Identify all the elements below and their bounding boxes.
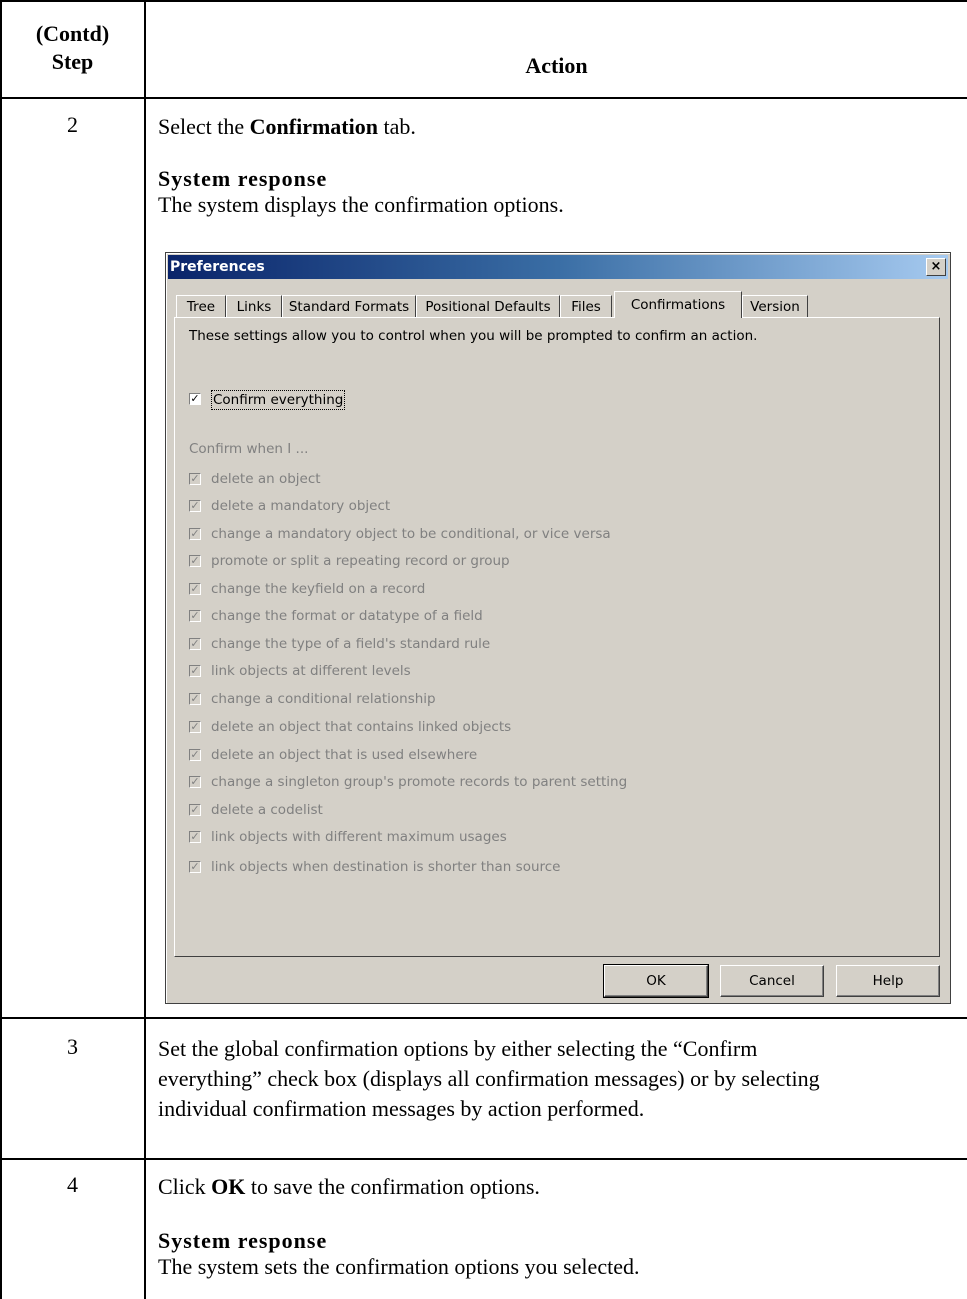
- confirmations-panel: These settings allow you to control when…: [174, 317, 940, 957]
- table-left-border: [0, 0, 2, 1299]
- close-icon[interactable]: ×: [926, 258, 946, 276]
- header-action: Action: [525, 53, 588, 78]
- option-label: change the type of a field's standard ru…: [211, 636, 491, 652]
- dialog-title: Preferences: [170, 259, 265, 275]
- step-number: 4: [67, 1172, 78, 1197]
- system-response-text: The system sets the confirmation options…: [158, 1254, 640, 1279]
- instruction-bold: OK: [211, 1174, 246, 1199]
- instruction-bold: Confirmation: [249, 114, 378, 139]
- tab-tree[interactable]: Tree: [176, 295, 226, 317]
- option-label: delete a codelist: [211, 802, 323, 818]
- checkbox-check-icon: ✓: [189, 499, 201, 512]
- checkbox-check-icon: ✓: [189, 554, 201, 567]
- option-label: change a singleton group's promote recor…: [211, 774, 628, 790]
- step-number: 3: [67, 1034, 78, 1059]
- step-instruction: Set the global confirmation options by e…: [158, 1034, 820, 1124]
- option-label: link objects when destination is shorter…: [211, 859, 561, 875]
- header-step-line1: (Contd): [35, 21, 110, 46]
- checkbox-check-icon: ✓: [189, 582, 201, 595]
- option-label: delete an object that contains linked ob…: [211, 719, 512, 735]
- step-number: 2: [67, 112, 78, 137]
- step-instruction: Select the Confirmation tab.: [158, 112, 416, 142]
- instruction-line: individual confirmation messages by acti…: [158, 1096, 645, 1121]
- option-label: change the format or datatype of a field: [211, 608, 483, 624]
- checkbox-check-icon: ✓: [189, 775, 201, 788]
- tab-positional-defaults[interactable]: Positional Defaults: [416, 295, 560, 317]
- dialog-titlebar[interactable]: Preferences ×: [168, 255, 948, 279]
- option-label: change a conditional relationship: [211, 691, 436, 707]
- checkbox-check-icon: ✓: [189, 830, 201, 843]
- confirm-everything-label: Confirm everything: [211, 390, 346, 410]
- option-label: change a mandatory object to be conditio…: [211, 526, 611, 542]
- tab-links[interactable]: Links: [226, 295, 282, 317]
- confirm-when-label: Confirm when I ...: [189, 441, 309, 457]
- instruction-line: everything” check box (displays all conf…: [158, 1066, 820, 1091]
- help-button[interactable]: Help: [836, 965, 940, 997]
- instruction-text-end: tab.: [377, 114, 416, 139]
- cancel-button[interactable]: Cancel: [720, 965, 824, 997]
- step-instruction: Click OK to save the confirmation option…: [158, 1172, 540, 1202]
- checkbox-check-icon[interactable]: ✓: [189, 393, 201, 405]
- checkbox-check-icon: ✓: [189, 664, 201, 677]
- ok-button[interactable]: OK: [603, 964, 709, 998]
- tab-files[interactable]: Files: [560, 295, 612, 317]
- tab-version[interactable]: Version: [742, 295, 808, 317]
- option-label: delete an object that is used elsewhere: [211, 747, 478, 763]
- checkbox-check-icon: ✓: [189, 803, 201, 816]
- header-step: (Contd) Step: [0, 20, 145, 76]
- option-label: link objects at different levels: [211, 663, 411, 679]
- checkbox-check-icon: ✓: [189, 609, 201, 622]
- panel-intro: These settings allow you to control when…: [189, 328, 758, 344]
- instruction-line: Set the global confirmation options by e…: [158, 1036, 758, 1061]
- instruction-text: Click: [158, 1174, 212, 1199]
- option-label: link objects with different maximum usag…: [211, 829, 507, 845]
- option-label: delete a mandatory object: [211, 498, 391, 514]
- checkbox-check-icon: ✓: [189, 748, 201, 761]
- option-label: promote or split a repeating record or g…: [211, 553, 510, 569]
- preferences-dialog: Preferences × Tree Links Standard Format…: [165, 252, 951, 1004]
- checkbox-check-icon: ✓: [189, 527, 201, 540]
- option-label: delete an object: [211, 471, 321, 487]
- header-step-line2: Step: [51, 49, 94, 74]
- checkbox-check-icon: ✓: [189, 860, 201, 873]
- tab-standard-formats[interactable]: Standard Formats: [282, 295, 416, 317]
- checkbox-check-icon: ✓: [189, 692, 201, 705]
- system-response-text: The system displays the confirmation opt…: [158, 192, 564, 217]
- instruction-text-end: to save the confirmation options.: [245, 1174, 540, 1199]
- checkbox-check-icon: ✓: [189, 720, 201, 733]
- option-label: change the keyfield on a record: [211, 581, 426, 597]
- document-page: (Contd) Step Action 2 Select the Confirm…: [0, 0, 967, 1299]
- column-divider: [144, 0, 146, 1299]
- checkbox-check-icon: ✓: [189, 472, 201, 485]
- instruction-text: Select the: [158, 114, 250, 139]
- checkbox-check-icon: ✓: [189, 637, 201, 650]
- tab-confirmations[interactable]: Confirmations: [614, 291, 742, 318]
